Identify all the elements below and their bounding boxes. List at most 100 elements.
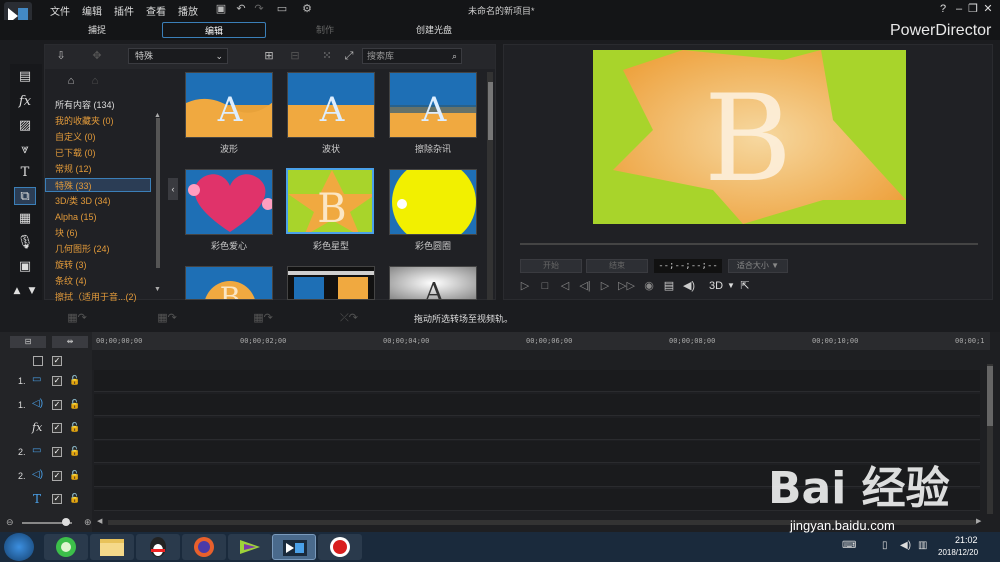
plugin-icon[interactable]: ✥ [90,49,104,63]
category-scrollbar[interactable] [156,118,160,268]
aspect-ratio-icon[interactable]: ▭ [272,2,292,16]
lock-icon[interactable]: 🔓 [69,422,80,433]
volume-icon[interactable]: ◀) [682,279,696,293]
prefix-transition-icon[interactable]: ▦↷ [62,311,92,325]
tab-create-disc[interactable]: 创建光盘 [396,22,472,38]
select-all-tracks-box[interactable] [33,356,43,366]
clock-date[interactable]: 2018/12/20 [938,548,978,557]
zoom-slider-handle[interactable] [62,518,70,526]
scroll-down-icon[interactable]: ▼ [154,286,161,293]
start-button[interactable] [4,533,34,561]
taskbar-app-media[interactable] [228,534,272,560]
track-manager-button[interactable]: ⊟ [10,336,46,348]
3d-dropdown-icon[interactable]: ▼ [724,279,738,293]
transition-thumb[interactable]: A [389,72,477,138]
apply-all-icon[interactable]: ⤫↷ [334,311,364,325]
undo-icon[interactable]: ↶ [234,2,248,16]
minimize-icon[interactable]: – [952,2,966,16]
track-enable-checkbox[interactable]: ✓ [52,494,62,504]
lock-icon[interactable]: 🔓 [69,470,80,481]
transition-thumb[interactable] [185,169,273,235]
clock-time[interactable]: 21:02 [955,535,978,545]
transition-thumb[interactable] [287,266,375,300]
settings-gear-icon[interactable]: ⚙ [300,2,314,16]
category-item[interactable]: 擦拭（适用于音...(2) [54,290,151,304]
pip-room-icon[interactable]: ▨ [14,117,36,135]
speaker-tray-icon[interactable]: ◀) [900,540,911,551]
transition-room-icon[interactable]: ⧉ [14,187,36,205]
prev-frame-icon[interactable]: ◁ [558,279,572,293]
category-item[interactable]: 几何图形 (24) [54,242,151,256]
lock-icon[interactable]: 🔓 [69,399,80,410]
lock-icon[interactable]: 🔓 [69,375,80,386]
transition-thumb[interactable]: A [287,72,375,138]
audio-mix-icon[interactable]: ▦ [14,210,36,228]
lock-icon[interactable]: 🔓 [69,446,80,457]
zoom-in-icon[interactable]: ⊕ [84,517,92,528]
category-item-selected[interactable]: 特殊 (33) [45,178,151,192]
snapshot-icon[interactable]: ◉ [642,279,656,293]
fx-track[interactable] [94,418,980,440]
mark-out-button[interactable]: 结束 [586,259,648,273]
collapse-panel-button[interactable]: ‹ [168,178,178,200]
postfix-transition-icon[interactable]: ▦↷ [248,311,278,325]
save-icon[interactable]: ▣ [214,2,228,16]
category-item[interactable]: 旋转 (3) [54,258,151,272]
taskbar-app-recorder[interactable] [318,534,362,560]
redo-icon[interactable]: ↷ [252,2,266,16]
taskbar-app-explorer[interactable] [90,534,134,560]
category-item[interactable]: 已下载 (0) [54,146,151,160]
preview-scrubber[interactable] [520,243,978,245]
import-icon[interactable]: ⇩ [54,49,68,63]
play-icon[interactable]: ▷ [518,279,532,293]
timeline-vscroll-thumb[interactable] [987,366,993,426]
rail-up-icon[interactable]: ▲ [11,282,23,300]
keyboard-tray-icon[interactable]: ⌨ [842,540,856,551]
taskbar-app-powerdirector[interactable] [272,534,316,560]
expand-icon[interactable]: ⤢ [342,49,356,63]
tab-edit[interactable]: 编辑 [162,22,266,38]
category-item[interactable]: 所有内容 (134) [54,98,151,112]
search-input[interactable]: 搜索库 ⌕ [362,48,462,64]
category-item[interactable]: 我的收藏夹 (0) [54,114,151,128]
network-tray-icon[interactable]: ▥ [918,540,927,551]
transition-thumb[interactable]: B [185,266,273,300]
rail-down-icon[interactable]: ▼ [26,282,38,300]
add-to-timeline-icon[interactable]: ⊞ [262,49,276,63]
track-enable-checkbox[interactable]: ✓ [52,376,62,386]
fast-forward-icon[interactable]: ▷▷ [618,279,635,293]
stop-icon[interactable]: □ [538,279,552,293]
zoom-out-icon[interactable]: ⊖ [6,517,14,528]
timecode-display[interactable]: --;--;--;-- [654,259,722,273]
thumbnail-scroll-thumb[interactable] [488,82,493,140]
remove-tag-icon[interactable]: ⌂ [88,74,102,88]
download-icon[interactable]: ⊟ [288,49,302,63]
media-room-icon[interactable]: ▤ [14,68,36,86]
mark-in-button[interactable]: 开始 [520,259,582,273]
category-item[interactable]: Alpha (15) [54,210,151,224]
grid-view-icon[interactable]: ⁙ [320,49,334,63]
scroll-right-icon[interactable]: ▶ [976,517,981,525]
close-icon[interactable]: ✕ [981,2,995,16]
track-enable-checkbox[interactable]: ✓ [52,423,62,433]
video-track-1[interactable] [94,370,980,392]
particle-room-icon[interactable]: ⩔ [14,141,36,159]
restore-icon[interactable]: ❐ [966,2,980,16]
fit-timeline-button[interactable]: ⇹ [52,336,88,348]
scroll-up-icon[interactable]: ▲ [154,112,161,119]
category-item[interactable]: 条纹 (4) [54,274,151,288]
menu-view[interactable]: 查看 [146,3,166,18]
track-enable-checkbox[interactable]: ✓ [52,400,62,410]
next-icon[interactable]: ▷ [598,279,612,293]
menu-play[interactable]: 播放 [178,3,198,18]
chapter-room-icon[interactable]: ▣ [14,258,36,276]
lock-icon[interactable]: 🔓 [69,493,80,504]
cross-transition-icon[interactable]: ▦↷ [152,311,182,325]
category-item[interactable]: 常规 (12) [54,162,151,176]
prev-icon[interactable]: ◁| [578,279,592,293]
transition-thumb[interactable]: A [389,266,477,300]
title-room-icon[interactable]: T [14,164,36,182]
category-select[interactable]: 特殊 ⌄ [128,48,228,64]
help-icon[interactable]: ? [936,2,950,16]
fit-size-select[interactable]: 适合大小 ▼ [728,259,788,273]
